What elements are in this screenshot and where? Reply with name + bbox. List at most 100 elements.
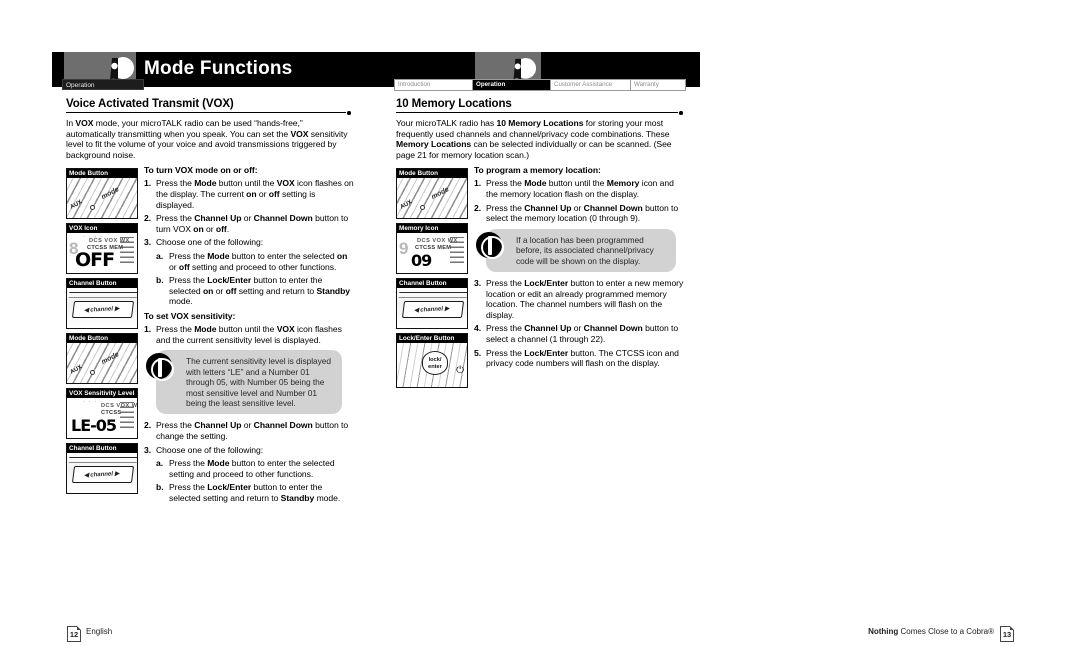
thumb-image-channel-button: ◀ channel ▶ <box>397 288 467 329</box>
step-item: 5. Press the Lock/Enter button. The CTCS… <box>474 347 679 369</box>
lcd-tick-marks <box>450 237 464 264</box>
left-page-section-tab: Operation <box>62 79 144 90</box>
step-number: 1. <box>144 324 152 335</box>
substep-item: a. Press the Mode button to enter the se… <box>156 458 335 479</box>
callout-note-memory: If a location has been programmed before… <box>476 228 676 273</box>
callout-note-sensitivity: The current sensitivity level is display… <box>146 350 342 415</box>
left-section-title: Voice Activated Transmit (VOX) <box>66 98 234 110</box>
step-number: 2. <box>144 420 152 431</box>
section-tabbar[interactable]: Introduction Operation Customer Assistan… <box>394 79 686 91</box>
thumb-caption: Channel Button <box>67 444 137 454</box>
callout-text: If a location has been programmed before… <box>516 234 654 266</box>
lcd-signal-arc: · · · · <box>83 399 103 406</box>
lcd-indicator-row-bottom: CTCSS <box>101 409 122 416</box>
lcd-indicator-row-bottom: CTCSS MEM <box>415 244 452 251</box>
knob-icon <box>420 205 425 211</box>
thumb-image-lcd-vox: · · · · 8 DCS VOX WX CTCSS MEM OFF <box>67 233 137 274</box>
lock-line-1: lock/ <box>428 357 442 364</box>
step-number: 2. <box>474 202 482 213</box>
thumb-channel-button-right: Channel Button ◀ channel ▶ <box>396 278 468 330</box>
substep-letter: a. <box>156 251 164 262</box>
right-section-intro: Your microTALK radio has 10 Memory Locat… <box>396 118 672 160</box>
footer-tagline: Nothing Comes Close to a Cobra® <box>868 627 994 636</box>
thumb-image-mode-button: AUX <box>397 178 467 219</box>
knob-icon <box>90 205 95 211</box>
thumb-channel-button-1: Channel Button ◀ channel ▶ <box>66 278 138 330</box>
left-section-intro: In VOX mode, your microTALK radio can be… <box>66 118 348 160</box>
thumb-image-channel-button: ◀ channel ▶ <box>67 453 137 494</box>
thumb-caption: Channel Button <box>67 279 137 289</box>
step-number: 4. <box>474 323 482 334</box>
thumb-channel-button-2: Channel Button ◀ channel ▶ <box>66 443 138 495</box>
thumb-caption: Mode Button <box>67 334 137 344</box>
right-section-rule <box>396 111 686 115</box>
thumb-mode-button-1: Mode Button AUX <box>66 168 138 220</box>
knob-icon <box>90 370 95 376</box>
step-item: 2. Press the Channel Up or Channel Down … <box>144 420 349 441</box>
lcd-ghost-digit: 9 <box>399 239 409 259</box>
left-page-column: Voice Activated Transmit (VOX) In VOX mo… <box>66 98 354 625</box>
thumb-lock-enter-button: Lock/Enter Button lock/ enter ⏻ <box>396 333 468 389</box>
lcd-value: LE-05 <box>71 416 117 436</box>
thumb-vox-icon: VOX Icon · · · · 8 DCS VOX WX CTCSS MEM … <box>66 223 138 275</box>
thumb-image-lcd-sensitivity: · · · · DCS VOX WX CTCSS LE-05 <box>67 398 137 439</box>
lock-enter-key: lock/ enter <box>422 351 448 376</box>
thumb-caption: Mode Button <box>67 169 137 179</box>
page-title: Mode Functions <box>144 58 293 79</box>
lcd-value: OFF <box>75 249 115 272</box>
step-item: 2. Press the Channel Up or Channel Down … <box>144 213 349 234</box>
tab-warranty[interactable]: Warranty <box>631 80 685 90</box>
step-item: 1. Press the Mode button until the VOX i… <box>144 324 342 345</box>
power-icon: ⏻ <box>456 365 464 377</box>
lcd-tick-marks <box>120 402 134 429</box>
block1-heading: To turn VOX mode on or off: <box>144 165 258 176</box>
thumb-image-mode-button: AUX <box>67 343 137 384</box>
step-number: 1. <box>474 178 482 189</box>
note-icon <box>146 353 174 381</box>
step-item: 3. Choose one of the following: <box>144 444 264 455</box>
callout-text: The current sensitivity level is display… <box>186 356 331 408</box>
left-steps-block: To turn VOX mode on or off: 1. Press the… <box>144 165 354 506</box>
substep-letter: a. <box>156 458 164 469</box>
right-block-heading: To program a memory location: <box>474 165 601 176</box>
tab-operation[interactable]: Operation <box>473 80 551 90</box>
thumb-image-mode-button: AUX <box>67 178 137 219</box>
step-item: 2. Press the Channel Up or Channel Down … <box>474 202 679 224</box>
thumb-mode-button-2: Mode Button AUX <box>66 333 138 385</box>
step-number: 5. <box>474 347 482 358</box>
right-page-column: 10 Memory Locations Your microTALK radio… <box>396 98 686 515</box>
footer-language-label: English <box>86 627 113 636</box>
lcd-value: 09 <box>411 251 432 271</box>
substep-item: a. Press the Mode button to enter the se… <box>156 251 348 272</box>
aux-label: AUX <box>69 364 84 377</box>
block2-heading: To set VOX sensitivity: <box>144 311 236 321</box>
step-number: 2. <box>144 213 152 224</box>
page-footer: 12 English Nothing Comes Close to a Cobr… <box>0 569 1080 642</box>
thumb-vox-sensitivity-level: VOX Sensitivity Level · · · · DCS VOX WX… <box>66 388 138 440</box>
thumb-image-lcd-memory: 9 DCS VOX WX CTCSS MEM 09 <box>397 233 467 274</box>
left-section-rule <box>66 111 354 115</box>
footer-tagline-bold: Nothing <box>868 627 899 636</box>
left-page-number: 12 <box>67 626 81 642</box>
right-page-number: 13 <box>1000 626 1014 642</box>
step-number: 3. <box>144 237 152 248</box>
step-item: 3. Press the Lock/Enter button to enter … <box>474 278 684 320</box>
right-section-title: 10 Memory Locations <box>396 98 512 110</box>
step-number: 3. <box>474 278 482 289</box>
thumb-image-lock-enter-button: lock/ enter ⏻ <box>397 343 467 388</box>
thumb-caption: Channel Button <box>397 279 467 289</box>
step-number: 3. <box>144 444 152 455</box>
tab-introduction[interactable]: Introduction <box>395 80 473 90</box>
step-number: 1. <box>144 178 152 189</box>
note-icon <box>476 231 504 260</box>
step-item: 1. Press the Mode button until the VOX i… <box>144 178 354 210</box>
step-item: 1. Press the Mode button until the Memor… <box>474 178 674 200</box>
substep-item: b. Press the Lock/Enter button to enter … <box>156 482 341 503</box>
thumb-caption: VOX Sensitivity Level <box>67 389 137 399</box>
thumb-caption: Mode Button <box>397 169 467 179</box>
substep-item: b. Press the Lock/Enter button to enter … <box>156 275 351 307</box>
lcd-tick-marks <box>120 237 134 264</box>
thumb-image-channel-button: ◀ channel ▶ <box>67 288 137 329</box>
substep-letter: b. <box>156 482 164 493</box>
tab-customer-assistance[interactable]: Customer Assistance <box>551 80 631 90</box>
